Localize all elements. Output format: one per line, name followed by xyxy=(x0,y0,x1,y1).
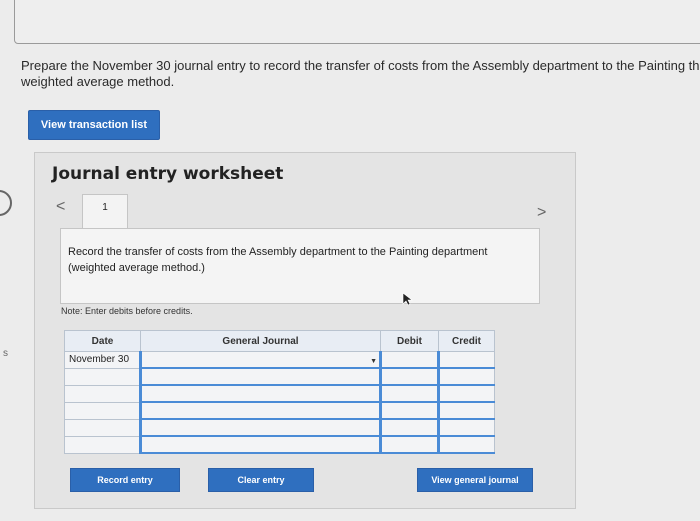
record-entry-button[interactable]: Record entry xyxy=(70,468,180,492)
view-transaction-list-button[interactable]: View transaction list xyxy=(28,110,160,140)
instruction-text: Record the transfer of costs from the As… xyxy=(68,246,488,274)
date-cell xyxy=(64,418,141,437)
edge-fragment-text: s xyxy=(3,348,8,359)
credit-input[interactable] xyxy=(437,367,495,386)
table-row: November 30 ▼ xyxy=(64,351,495,369)
circle-control-icon xyxy=(0,190,12,216)
general-journal-column-header: General Journal xyxy=(140,330,381,352)
debit-column-header: Debit xyxy=(380,330,439,352)
debit-input[interactable] xyxy=(379,367,439,386)
account-select[interactable] xyxy=(139,384,381,403)
date-cell xyxy=(64,367,141,386)
table-row xyxy=(64,418,495,437)
worksheet-title: Journal entry worksheet xyxy=(52,164,284,184)
table-row xyxy=(64,367,495,386)
credit-input[interactable] xyxy=(437,384,495,403)
prev-arrow-icon[interactable]: < xyxy=(56,198,65,216)
credit-input[interactable] xyxy=(437,351,495,369)
credit-input[interactable] xyxy=(437,418,495,437)
date-cell xyxy=(64,401,141,420)
table-header-row: Date General Journal Debit Credit xyxy=(64,330,495,352)
account-select[interactable] xyxy=(139,401,381,420)
date-column-header: Date xyxy=(64,330,141,352)
debit-input[interactable] xyxy=(379,351,439,369)
view-general-journal-button[interactable]: View general journal xyxy=(417,468,533,492)
account-select[interactable] xyxy=(139,367,381,386)
entry-tab-1[interactable]: 1 xyxy=(82,194,128,229)
credit-input[interactable] xyxy=(437,435,495,454)
clear-entry-button[interactable]: Clear entry xyxy=(208,468,314,492)
date-cell xyxy=(64,435,141,454)
next-arrow-icon[interactable]: > xyxy=(537,204,546,222)
table-row xyxy=(64,435,495,454)
chevron-down-icon[interactable]: ▼ xyxy=(370,358,377,365)
credit-input[interactable] xyxy=(437,401,495,420)
date-cell xyxy=(64,384,141,403)
previous-answer-box xyxy=(14,0,700,44)
question-prompt: Prepare the November 30 journal entry to… xyxy=(21,58,700,89)
account-select[interactable]: ▼ xyxy=(139,351,381,369)
pointer-cursor-icon xyxy=(402,292,413,306)
table-row xyxy=(64,384,495,403)
table-row xyxy=(64,401,495,420)
debit-input[interactable] xyxy=(379,401,439,420)
journal-entry-table: Date General Journal Debit Credit Novemb… xyxy=(64,330,495,454)
credit-column-header: Credit xyxy=(438,330,495,352)
debit-input[interactable] xyxy=(379,435,439,454)
date-cell: November 30 xyxy=(64,351,141,369)
account-select[interactable] xyxy=(139,435,381,454)
account-select[interactable] xyxy=(139,418,381,437)
debit-credit-note: Note: Enter debits before credits. xyxy=(61,306,193,316)
debit-input[interactable] xyxy=(379,418,439,437)
debit-input[interactable] xyxy=(379,384,439,403)
